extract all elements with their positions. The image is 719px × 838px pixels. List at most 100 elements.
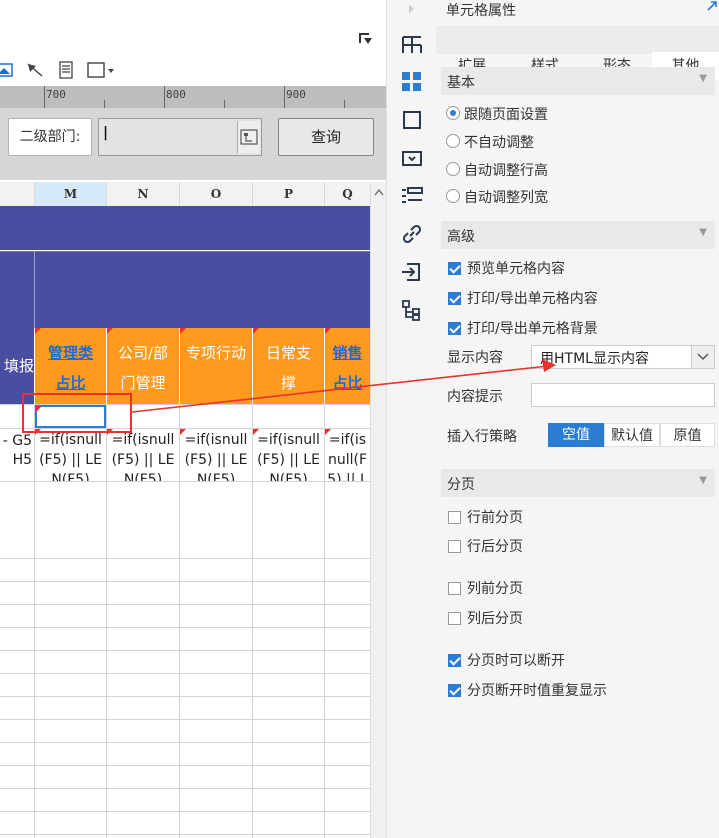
text-tool-icon[interactable] bbox=[58, 61, 74, 79]
cell-marker-icon bbox=[180, 429, 186, 435]
float-icon[interactable] bbox=[398, 182, 426, 210]
vertical-scrollbar[interactable] bbox=[370, 182, 386, 838]
checkbox-label: 分页时可以断开 bbox=[467, 653, 565, 669]
radio-adjust-col-width[interactable]: 自动调整列宽 bbox=[446, 187, 548, 209]
horizontal-ruler: 700 800 900 bbox=[0, 86, 386, 108]
hyperlink-icon[interactable] bbox=[398, 220, 426, 248]
checkbox-label: 列前分页 bbox=[467, 581, 523, 597]
column-header[interactable]: P bbox=[253, 182, 325, 206]
query-button[interactable]: 查询 bbox=[278, 118, 374, 156]
panel-title: 单元格属性 bbox=[446, 3, 516, 19]
collapse-icon[interactable]: ▼ bbox=[699, 475, 707, 486]
check-print-background[interactable]: 打印/导出单元格背景 bbox=[448, 318, 598, 340]
formula-cell[interactable]: =if(isnull(F5) || LEN(F5) bbox=[35, 429, 106, 481]
checkbox-checked-icon bbox=[448, 684, 461, 697]
cell-marker-icon bbox=[325, 429, 331, 435]
formula-cell[interactable]: =if(isnull(F5) || LEN(F5) bbox=[107, 429, 179, 481]
section-paging[interactable]: 分页 ▼ bbox=[441, 469, 715, 497]
cell-marker-icon bbox=[180, 328, 186, 334]
border-tool-icon[interactable] bbox=[86, 61, 116, 79]
content-tooltip-input[interactable] bbox=[531, 383, 715, 407]
designer-top-bar bbox=[0, 0, 386, 56]
checkbox-label: 打印/导出单元格内容 bbox=[467, 291, 598, 307]
insert-row-policy-label: 插入行策略 bbox=[447, 429, 517, 445]
radio-no-adjust[interactable]: 不自动调整 bbox=[446, 132, 534, 154]
column-header[interactable]: O bbox=[180, 182, 253, 206]
ruler-label: 700 bbox=[46, 88, 66, 101]
column-header-bar: M N O P Q bbox=[0, 182, 371, 207]
checkbox-label: 预览单元格内容 bbox=[467, 261, 565, 277]
image-tool-icon[interactable] bbox=[0, 62, 14, 78]
chevron-down-icon bbox=[697, 353, 709, 361]
display-content-label: 显示内容 bbox=[447, 350, 503, 366]
cell-marker-icon bbox=[35, 328, 41, 334]
insert-policy-original[interactable]: 原值 bbox=[660, 423, 715, 447]
formula-cell-partial[interactable]: - G5 H5 bbox=[0, 432, 34, 478]
column-header[interactable] bbox=[0, 182, 35, 206]
checkbox-icon bbox=[448, 612, 461, 625]
tab-bar: 扩展 样式 形态 其他 bbox=[436, 26, 719, 80]
cell-marker-icon bbox=[253, 328, 259, 334]
cell-properties-icon[interactable] bbox=[398, 68, 426, 96]
display-content-value: 用HTML显示内容 bbox=[540, 351, 649, 367]
insert-policy-default[interactable]: 默认值 bbox=[604, 423, 660, 447]
department-input-cursor: | bbox=[103, 125, 109, 141]
formula-cell[interactable]: =if(isnull(F5) || LEN(F5) bbox=[325, 429, 370, 481]
department-input[interactable]: | bbox=[98, 118, 262, 156]
check-page-before-col[interactable]: 列前分页 bbox=[448, 578, 523, 600]
header-cell[interactable]: 销售占比 bbox=[325, 328, 370, 404]
checkbox-checked-icon bbox=[448, 262, 461, 275]
checkbox-checked-icon bbox=[448, 654, 461, 667]
scroll-up-icon[interactable] bbox=[374, 188, 384, 196]
radio-selected-icon bbox=[446, 106, 460, 120]
formula-cell[interactable]: =if(isnull(F5) || LEN(F5) bbox=[253, 429, 324, 481]
layout-icon[interactable] bbox=[398, 30, 426, 58]
radio-follow-page[interactable]: 跟随页面设置 bbox=[446, 104, 548, 126]
column-header[interactable]: Q bbox=[325, 182, 371, 206]
insert-toolbar bbox=[0, 56, 386, 87]
widget-icon[interactable] bbox=[398, 144, 426, 172]
section-paging-title: 分页 bbox=[447, 477, 475, 493]
line-tool-icon[interactable] bbox=[26, 62, 44, 78]
insert-policy-empty[interactable]: 空值 bbox=[548, 423, 604, 447]
radio-icon bbox=[446, 189, 460, 203]
section-advanced[interactable]: 高级 ▼ bbox=[441, 221, 715, 249]
property-icon-strip bbox=[386, 0, 437, 838]
check-page-after-col[interactable]: 列后分页 bbox=[448, 608, 523, 630]
checkbox-label: 列后分页 bbox=[467, 611, 523, 627]
radio-label: 跟随页面设置 bbox=[464, 107, 548, 123]
param-label-department: 二级部门: bbox=[8, 118, 92, 156]
import-icon[interactable] bbox=[398, 258, 426, 286]
frame-icon[interactable] bbox=[398, 106, 426, 134]
checkbox-label: 行后分页 bbox=[467, 539, 523, 555]
check-can-break[interactable]: 分页时可以断开 bbox=[448, 650, 565, 672]
radio-adjust-row-height[interactable]: 自动调整行高 bbox=[446, 160, 548, 182]
check-page-before-row[interactable]: 行前分页 bbox=[448, 507, 523, 529]
check-preview-content[interactable]: 预览单元格内容 bbox=[448, 258, 565, 280]
display-content-select[interactable]: 用HTML显示内容 bbox=[531, 345, 715, 369]
highlight-box bbox=[22, 393, 132, 433]
dropdown-button[interactable] bbox=[691, 346, 714, 368]
formula-cell[interactable]: =if(isnull(F5) || LEN(F5) bbox=[180, 429, 252, 481]
collapse-icon[interactable]: ▼ bbox=[699, 227, 707, 238]
header-cell[interactable]: 专项行动 bbox=[180, 328, 252, 404]
section-advanced-title: 高级 bbox=[447, 229, 475, 245]
check-page-after-row[interactable]: 行后分页 bbox=[448, 536, 523, 558]
structure-icon[interactable] bbox=[398, 296, 426, 324]
dock-icon[interactable] bbox=[706, 0, 718, 12]
check-repeat-on-break[interactable]: 分页断开时值重复显示 bbox=[448, 680, 607, 702]
tree-picker-icon bbox=[240, 129, 258, 145]
column-header[interactable]: N bbox=[107, 182, 180, 206]
collapse-icon[interactable]: ▼ bbox=[699, 73, 707, 84]
collapse-panel-icon[interactable] bbox=[358, 32, 374, 46]
column-header[interactable]: M bbox=[35, 182, 107, 206]
section-basic[interactable]: 基本 ▼ bbox=[441, 67, 715, 95]
header-cell[interactable]: 日常支撑 bbox=[253, 328, 324, 404]
checkbox-icon bbox=[448, 540, 461, 553]
check-print-content[interactable]: 打印/导出单元格内容 bbox=[448, 288, 598, 310]
expand-arrow-icon[interactable] bbox=[407, 4, 417, 14]
tree-picker-button[interactable] bbox=[237, 121, 260, 153]
cell-marker-icon bbox=[325, 328, 331, 334]
checkbox-checked-icon bbox=[448, 322, 461, 335]
checkbox-checked-icon bbox=[448, 292, 461, 305]
